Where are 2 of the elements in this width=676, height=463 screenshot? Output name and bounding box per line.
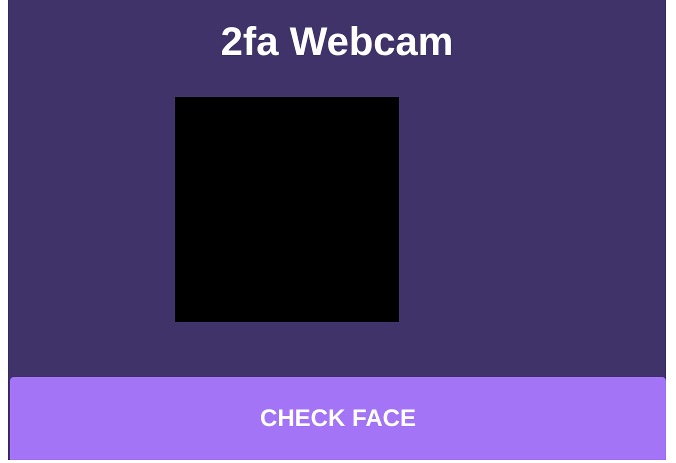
page-title: 2fa Webcam — [220, 19, 454, 66]
check-face-button[interactable]: CHECK FACE — [10, 377, 666, 460]
